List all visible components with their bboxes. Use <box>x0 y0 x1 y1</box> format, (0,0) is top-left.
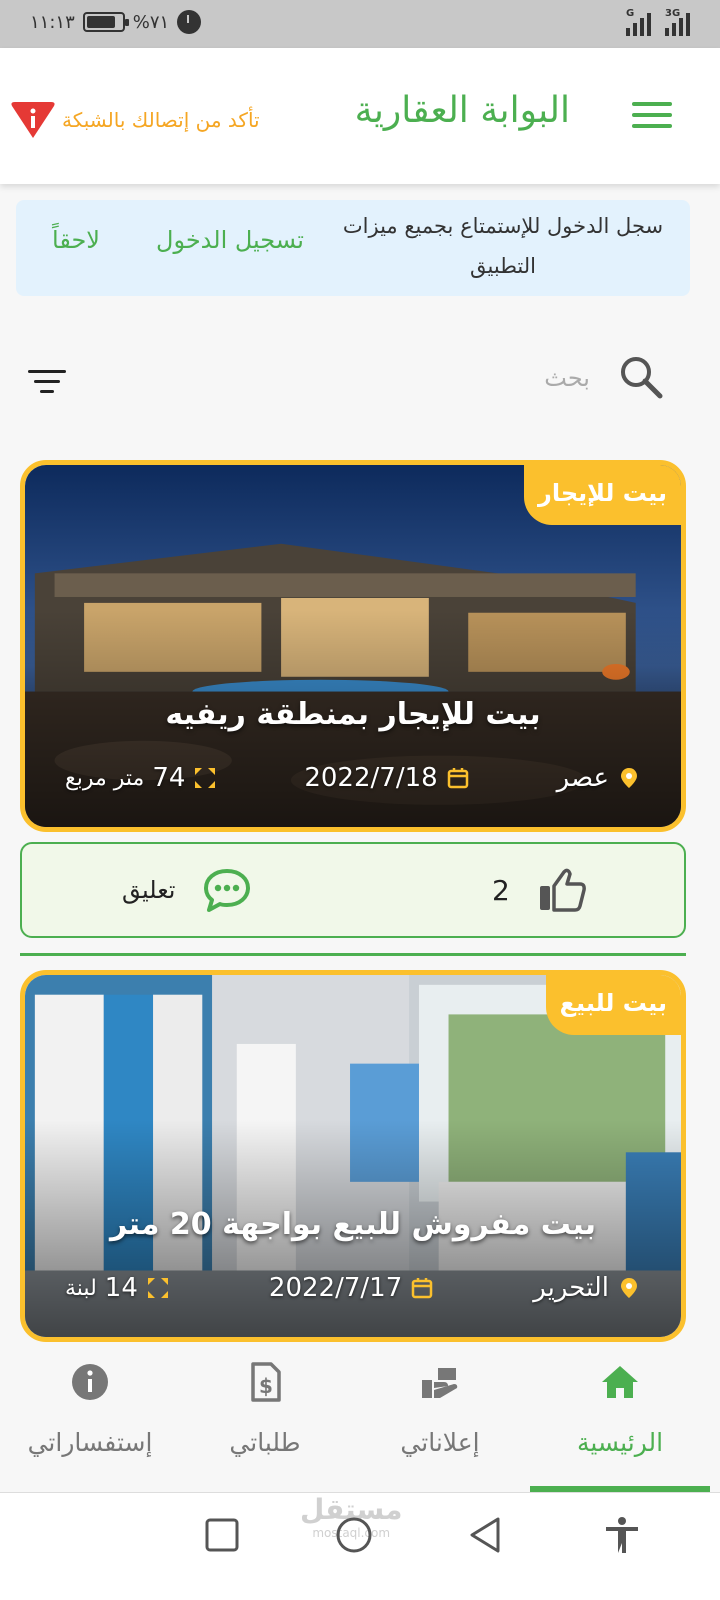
info-icon <box>72 1364 108 1400</box>
listing-divider <box>20 953 686 956</box>
date-text: 2022/7/18 <box>304 763 438 793</box>
listing-area: 74 متر مربع <box>65 763 217 793</box>
area-icon <box>195 768 216 788</box>
location-pin-icon <box>621 768 637 788</box>
battery-level: %٧١ <box>132 11 170 33</box>
accessibility-icon[interactable] <box>602 1515 642 1555</box>
network-type-1: G <box>626 8 635 19</box>
home-icon <box>602 1366 638 1398</box>
nav-my-ads-label: إعلاناتي <box>400 1428 480 1457</box>
listing-area: 14 لبنة <box>65 1273 170 1303</box>
alarm-icon <box>177 10 202 34</box>
area-icon <box>147 1278 168 1298</box>
calendar-icon <box>412 1278 433 1299</box>
nav-home-label: الرئيسية <box>576 1428 664 1457</box>
login-banner: سجل الدخول للإستمتاع بجميع ميزات التطبيق… <box>16 200 690 296</box>
location-text: عصر <box>556 763 609 793</box>
signal-icon-2: 3G <box>665 8 690 36</box>
filter-icon[interactable] <box>28 370 66 400</box>
calendar-icon <box>447 768 468 789</box>
listing-card[interactable]: بيت للبيع بيت مفروش للبيع بواجهة 20 متر … <box>20 970 686 1342</box>
nav-my-ads[interactable]: إعلاناتي <box>350 1342 530 1492</box>
nav-my-requests-label: طلباتي <box>229 1428 301 1457</box>
listing-date: 2022/7/18 <box>304 763 469 793</box>
listing-meta: عصر 2022/7/18 74 متر مربع <box>65 763 641 793</box>
area-unit: لبنة <box>65 1275 97 1301</box>
listing-tag: بيت للبيع <box>545 975 681 1035</box>
like-button[interactable]: 2 <box>492 868 586 912</box>
nav-home[interactable]: الرئيسية <box>530 1342 710 1492</box>
login-button[interactable]: تسجيل الدخول <box>156 226 304 254</box>
signal-icon: G <box>626 8 651 36</box>
listing-actions: 2 تعليق <box>20 842 686 938</box>
area-unit: متر مربع <box>65 765 145 791</box>
listing-title: بيت مفروش للبيع بواجهة 20 متر <box>109 1207 597 1242</box>
listing-date: 2022/7/17 <box>269 1273 434 1303</box>
listing-location: التحرير <box>533 1273 641 1303</box>
recent-apps-icon[interactable] <box>202 1515 242 1555</box>
home-button-icon[interactable] <box>334 1515 374 1555</box>
listing-location: عصر <box>557 763 641 793</box>
area-value: 74 <box>152 763 186 793</box>
system-navigation-bar: مستقل mostaql.com <box>0 1492 720 1600</box>
status-time: ١١:١٣ <box>30 11 75 33</box>
thumbs-up-icon <box>539 868 586 912</box>
status-right: G 3G <box>626 8 690 36</box>
back-icon[interactable] <box>466 1515 506 1555</box>
ads-icon <box>422 1368 458 1398</box>
like-count: 2 <box>492 873 510 907</box>
network-warning: تأكد من إتصالك بالشبكة <box>10 100 260 140</box>
listing-tag: بيت للإيجار <box>524 465 681 525</box>
search-input[interactable] <box>300 358 590 398</box>
location-text: التحرير <box>533 1273 609 1303</box>
login-message: سجل الدخول للإستمتاع بجميع ميزات التطبيق <box>342 214 664 278</box>
comment-icon <box>204 869 251 912</box>
later-button[interactable]: لاحقاً <box>52 226 100 254</box>
bottom-navigation: الرئيسية إعلاناتي $ طلباتي إستفساراتي <box>0 1342 720 1492</box>
status-bar: ١١:١٣ %٧١ G 3G <box>0 0 720 48</box>
svg-text:$: $ <box>259 1374 273 1398</box>
app-title: البوابة العقارية <box>354 90 570 131</box>
battery-icon <box>82 12 129 32</box>
app-screen: ١١:١٣ %٧١ G 3G البوابة العقارية تأكد من … <box>0 0 720 1600</box>
nav-my-inquiries-label: إستفساراتي <box>27 1428 153 1457</box>
listing-card[interactable]: بيت للإيجار بيت للإيجار بمنطقة ريفيه عصر… <box>20 460 686 832</box>
warning-icon <box>10 100 56 140</box>
menu-icon[interactable] <box>632 102 672 134</box>
status-left: ١١:١٣ %٧١ <box>30 10 202 34</box>
network-warning-text: تأكد من إتصالك بالشبكة <box>62 108 260 132</box>
nav-my-requests[interactable]: $ طلباتي <box>175 1342 355 1492</box>
network-type-2: 3G <box>665 8 681 19</box>
app-header: البوابة العقارية تأكد من إتصالك بالشبكة <box>0 48 720 184</box>
area-value: 14 <box>104 1273 138 1303</box>
requests-icon: $ <box>251 1362 281 1402</box>
nav-my-inquiries[interactable]: إستفساراتي <box>0 1342 180 1492</box>
listing-meta: التحرير 2022/7/17 14 لبنة <box>65 1273 641 1303</box>
listing-title: بيت للإيجار بمنطقة ريفيه <box>165 697 541 732</box>
comment-label: تعليق <box>122 876 176 904</box>
location-pin-icon <box>621 1278 637 1298</box>
search-icon[interactable] <box>618 354 664 400</box>
date-text: 2022/7/17 <box>268 1273 403 1303</box>
comment-button[interactable]: تعليق <box>122 868 251 912</box>
